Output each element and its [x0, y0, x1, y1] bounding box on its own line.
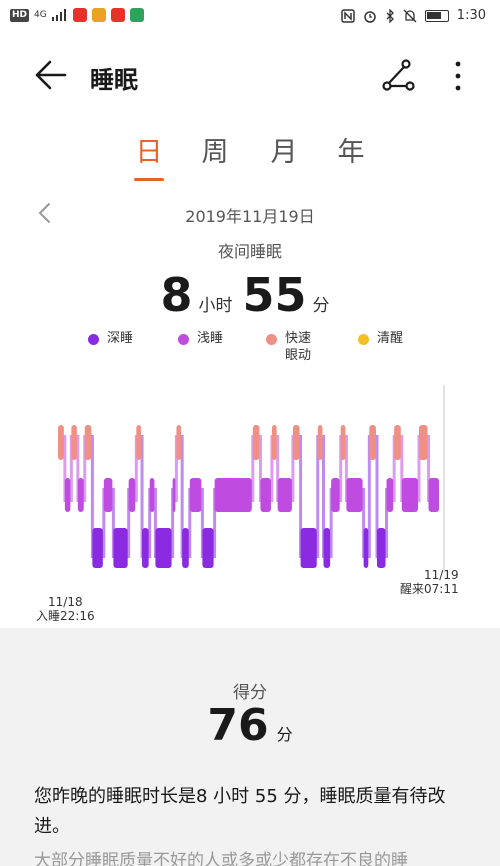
sleep-duration: 8 小时 55 分	[0, 268, 500, 322]
legend-rem-dot	[266, 334, 277, 345]
arrow-left-icon[interactable]	[30, 58, 68, 92]
status-left: HD 4G	[10, 8, 144, 22]
alarm-icon	[364, 10, 376, 23]
sleep-segment-light	[277, 478, 292, 512]
sleep-segment-light	[189, 478, 202, 512]
sleep-description: 您昨晚的睡眠时长是8 小时 55 分，睡眠质量有待改进。	[34, 786, 446, 837]
main-card: HD 4G 1:30 睡眠 日 周 月 年 2019年11月19日 夜间睡眠 8…	[0, 0, 500, 628]
sleep-segment-light	[331, 478, 340, 512]
sleep-segment-deep	[92, 528, 103, 568]
score-value: 76	[207, 700, 269, 751]
more-vertical-icon[interactable]	[448, 58, 468, 94]
network-badge: 4G	[34, 10, 47, 20]
legend-awake-dot	[358, 334, 369, 345]
sleep-end-label: 11/19 醒来07:11	[400, 568, 459, 596]
sleep-segment-deep	[300, 528, 317, 568]
weibo-app-icon	[72, 8, 87, 22]
active-tab-indicator	[134, 178, 164, 181]
sleep-segment-rem	[71, 425, 77, 460]
sleep-segment-rem	[58, 425, 64, 460]
legend-deep: 深睡	[88, 330, 133, 347]
date-label: 2019年11月19日	[185, 207, 315, 226]
app-header: 睡眠	[0, 46, 500, 106]
tencent-video-icon	[110, 8, 125, 22]
legend-deep-label: 深睡	[107, 331, 134, 346]
sleep-segment-light	[346, 478, 363, 512]
sleep-segment-rem	[369, 425, 376, 460]
sleep-segment-rem	[418, 425, 428, 460]
sleep-segment-deep	[142, 528, 149, 568]
sleep-segment-light	[149, 478, 155, 512]
legend-light: 浅睡	[178, 330, 223, 347]
tab-week[interactable]: 周	[193, 130, 237, 169]
play-store-icon	[129, 8, 144, 22]
page-title: 睡眠	[90, 66, 138, 94]
signal-icon	[51, 9, 66, 21]
sleep-segment-light	[401, 478, 418, 512]
legend-awake: 清醒	[358, 330, 403, 347]
bluetooth-icon	[386, 8, 394, 23]
sleep-segment-rem	[252, 425, 260, 460]
share-icon[interactable]	[380, 58, 416, 94]
status-right: 1:30	[341, 8, 486, 23]
legend-light-label: 浅睡	[197, 331, 224, 346]
tab-day[interactable]: 日	[127, 130, 171, 169]
tab-year[interactable]: 年	[329, 130, 373, 169]
sleep-segment-rem	[176, 425, 182, 460]
sleep-type-label: 夜间睡眠	[217, 242, 282, 261]
legend-rem-label: 快速 眼动	[285, 331, 312, 363]
battery-icon	[424, 9, 449, 22]
mute-icon	[403, 9, 417, 22]
duration-minutes: 55	[242, 268, 307, 322]
sleep-segment-rem	[84, 425, 92, 460]
sleep-segment-deep	[363, 528, 369, 568]
sleep-segment-deep	[323, 528, 331, 568]
video-app-icon	[91, 8, 106, 22]
score-unit: 分	[276, 725, 293, 744]
legend-deep-dot	[88, 334, 99, 345]
sleep-segment-light	[172, 478, 176, 512]
score-value-line: 76 分	[0, 700, 500, 751]
chart-legend: 深睡 浅睡 快速 眼动 清醒	[0, 330, 500, 366]
sleep-stage-chart: 11/18 入睡22:16 11/19 醒来07:11	[0, 380, 500, 623]
duration-minutes-unit: 分	[312, 296, 330, 316]
duration-hours-unit: 小时	[198, 296, 233, 316]
legend-light-dot	[178, 334, 189, 345]
sleep-advice-text: 大部分睡眠质量不好的人或多或少都存在不良的睡	[34, 851, 408, 866]
sleep-segment-light	[214, 478, 252, 512]
legend-awake-label: 清醒	[377, 331, 404, 346]
sleep-segment-light	[128, 478, 136, 512]
period-tabs: 日 周 月 年	[0, 130, 500, 184]
legend-rem: 快速 眼动	[266, 330, 311, 364]
sleep-segment-light	[260, 478, 271, 512]
sleep-start-label: 11/18 入睡22:16	[36, 595, 95, 623]
sleep-segment-rem	[271, 425, 277, 460]
tab-month[interactable]: 月	[262, 130, 306, 169]
sleep-segment-rem	[292, 425, 300, 460]
sleep-segment-light	[103, 478, 113, 512]
sleep-segment-deep	[182, 528, 189, 568]
status-bar: HD 4G 1:30	[0, 0, 500, 34]
hd-badge: HD	[10, 8, 30, 22]
sleep-segment-light	[386, 478, 394, 512]
sleep-segment-rem	[136, 425, 142, 460]
sleep-segment-deep	[113, 528, 128, 568]
sleep-segment-light	[77, 478, 84, 512]
sleep-segment-rem	[340, 425, 346, 460]
duration-hours: 8	[160, 268, 193, 322]
sleep-segment-deep	[376, 528, 386, 568]
sleep-segment-rem	[394, 425, 401, 460]
sleep-segment-light	[64, 478, 71, 512]
sleep-segment-rem	[317, 425, 323, 460]
sleep-segment-deep	[202, 528, 214, 568]
nfc-icon	[341, 8, 355, 23]
sleep-segment-light	[428, 478, 439, 512]
sleep-segment-deep	[155, 528, 172, 568]
status-time: 1:30	[456, 8, 486, 23]
